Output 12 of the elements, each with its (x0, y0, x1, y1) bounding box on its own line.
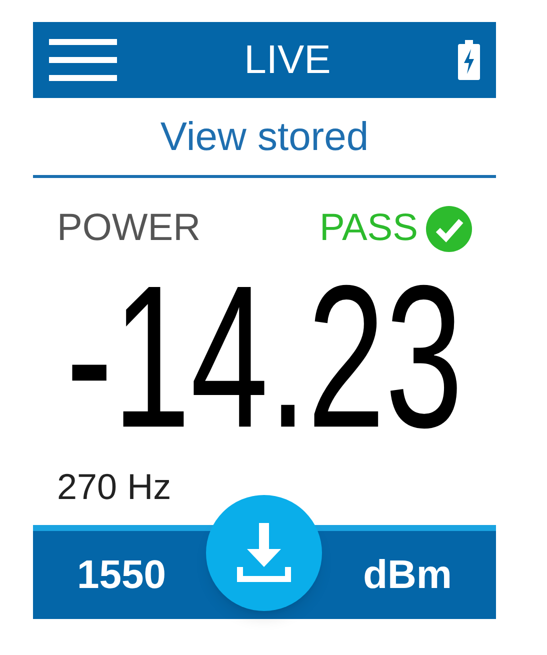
menu-icon[interactable] (49, 37, 117, 83)
view-stored-link[interactable]: View stored (160, 106, 369, 166)
battery-charging-icon (458, 40, 480, 80)
wavelength-reading: 1550 (77, 552, 166, 599)
measurement-value: -14.23 (66, 256, 463, 458)
frequency-reading: 270 Hz (57, 465, 172, 509)
result-status: PASS (319, 206, 418, 251)
header-title: LIVE (244, 37, 331, 84)
measurement-label: POWER (57, 206, 201, 251)
check-circle-icon (426, 206, 472, 252)
download-icon (237, 523, 291, 583)
unit-label: dBm (363, 552, 452, 599)
